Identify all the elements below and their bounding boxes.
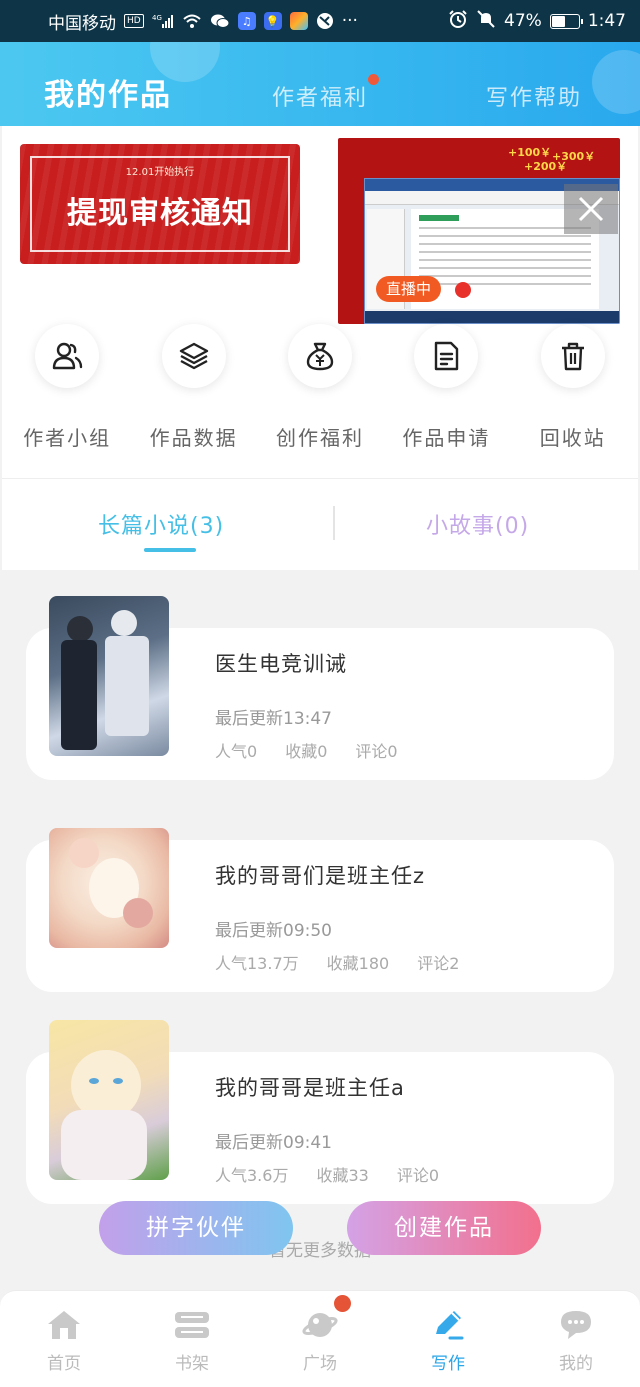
work-favorites: 收藏0 (285, 742, 328, 761)
work-comments: 评论0 (355, 742, 398, 761)
promo-text: +200￥ (524, 160, 568, 173)
svg-text:4G: 4G (152, 14, 162, 22)
no-more-data-text: 暂无更多数据 (269, 1241, 371, 1261)
work-cover-image[interactable] (49, 1020, 169, 1180)
nav-label: 我的 (559, 1354, 593, 1374)
nav-label: 书架 (175, 1354, 209, 1374)
quick-action-label: 作品申请 (402, 426, 491, 450)
live-dot (455, 282, 471, 298)
notification-dot (334, 1295, 351, 1312)
mute-icon (476, 9, 496, 33)
battery-fill (551, 15, 565, 27)
work-stats: 人气3.6万 收藏33 评论0 (215, 1162, 467, 1186)
store-app-icon (289, 12, 308, 30)
nav-square[interactable]: 广场 (256, 1291, 384, 1387)
hd-icon: HD (124, 14, 144, 28)
header-bubble (592, 50, 640, 114)
quick-action-benefits[interactable]: 创作福利 (257, 322, 383, 472)
create-work-button[interactable]: 创建作品 (347, 1201, 541, 1255)
status-bar: 中国移动 HD 4G ♫ 💡 ··· 47% 1:47 (0, 0, 640, 42)
word-partner-button[interactable]: 拼字伙伴 (99, 1201, 293, 1255)
planet-icon (301, 1307, 339, 1343)
trash-icon (540, 324, 605, 388)
home-icon (45, 1307, 83, 1343)
bookshelf-icon (173, 1307, 211, 1343)
tab-indicator (144, 548, 196, 552)
work-title[interactable]: 我的哥哥们是班主任z (215, 860, 425, 890)
work-stats: 人气0 收藏0 评论0 (215, 738, 426, 762)
nav-label: 首页 (47, 1354, 81, 1374)
quick-action-label: 回收站 (539, 426, 606, 450)
section-divider (2, 478, 638, 479)
document-icon (414, 324, 479, 388)
work-popularity: 人气3.6万 (215, 1166, 289, 1185)
clock: 1:47 (587, 11, 626, 31)
banner-small-text: 12.01开始执行 (125, 167, 195, 178)
browser-app-icon (316, 12, 334, 30)
work-comments: 评论0 (396, 1166, 440, 1185)
tab-separator (333, 506, 335, 540)
quick-action-work-apply[interactable]: 作品申请 (383, 322, 509, 472)
alarm-icon (448, 9, 468, 33)
quick-action-author-group[interactable]: 作者小组 (4, 322, 130, 472)
music-app-icon: ♫ (237, 12, 256, 30)
notice-banner[interactable]: 12.01开始执行 提现审核通知 (20, 144, 300, 264)
signal-icon: 4G (152, 12, 174, 30)
nav-label: 写作 (431, 1354, 465, 1374)
bottom-nav: 首页 书架 广场 写作 我的 (0, 1290, 640, 1387)
wechat-icon (210, 12, 230, 30)
battery-icon (549, 13, 583, 29)
live-badge: 直播中 (376, 276, 442, 302)
quick-action-label: 作者小组 (23, 426, 112, 450)
chat-icon (557, 1307, 595, 1343)
work-favorites: 收藏180 (326, 954, 390, 973)
quick-action-work-data[interactable]: 作品数据 (130, 322, 256, 472)
work-title[interactable]: 医生电竞训诫 (215, 648, 347, 678)
page-title[interactable]: 我的作品 (44, 70, 172, 114)
work-updated: 最后更新13:47 (215, 709, 332, 729)
quick-action-label: 作品数据 (149, 426, 238, 450)
work-cover-image[interactable] (49, 596, 169, 756)
work-stats: 人气13.7万 收藏180 评论2 (215, 950, 487, 974)
wifi-icon (182, 12, 202, 30)
work-title[interactable]: 我的哥哥是班主任a (215, 1072, 405, 1102)
group-icon (35, 324, 100, 388)
work-favorites: 收藏33 (316, 1166, 369, 1185)
nav-mine[interactable]: 我的 (512, 1291, 640, 1387)
close-live-button[interactable] (564, 184, 618, 234)
quick-action-recycle-bin[interactable]: 回收站 (510, 322, 636, 472)
notification-dot (368, 74, 379, 85)
pen-icon (429, 1307, 467, 1343)
work-cover-image[interactable] (49, 828, 169, 948)
work-updated: 最后更新09:50 (215, 921, 332, 941)
app-header: 我的作品 作者福利 写作帮助 (0, 42, 640, 126)
work-updated: 最后更新09:41 (215, 1133, 332, 1153)
layers-icon (161, 324, 226, 388)
tab-author-benefits[interactable]: 作者福利 (272, 80, 368, 112)
tab-writing-help[interactable]: 写作帮助 (486, 80, 582, 112)
quick-action-label: 创作福利 (275, 426, 364, 450)
bulb-app-icon: 💡 (263, 12, 282, 30)
work-popularity: 人气0 (215, 742, 258, 761)
battery-percent: 47% (504, 11, 542, 31)
nav-bookshelf[interactable]: 书架 (128, 1291, 256, 1387)
quick-actions: 作者小组 作品数据 创作福利 作品申请 回收站 (4, 322, 636, 472)
money-bag-icon (287, 324, 352, 388)
nav-label: 广场 (303, 1354, 337, 1374)
tab-short-stories[interactable]: 小故事(0) (426, 508, 529, 540)
work-comments: 评论2 (417, 954, 460, 973)
more-icon: ··· (341, 11, 358, 31)
work-popularity: 人气13.7万 (215, 954, 299, 973)
banner-title: 提现审核通知 (67, 196, 253, 231)
carrier-label: 中国移动 (48, 13, 116, 34)
nav-write[interactable]: 写作 (384, 1291, 512, 1387)
nav-home[interactable]: 首页 (0, 1291, 128, 1387)
tab-novels[interactable]: 长篇小说(3) (98, 508, 224, 540)
